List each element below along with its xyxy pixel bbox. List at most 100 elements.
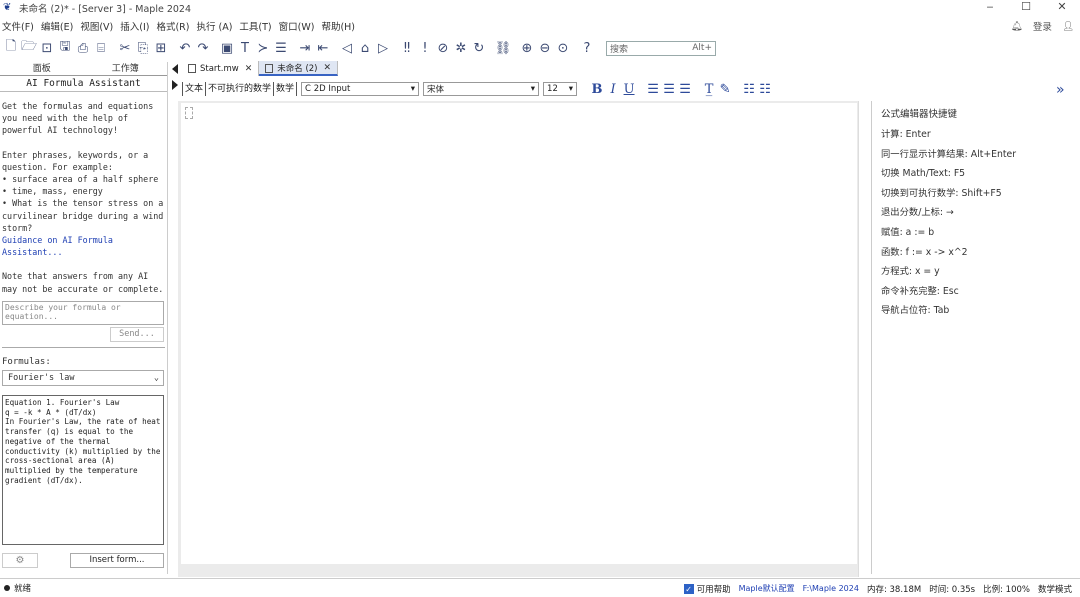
describe-formula-input[interactable]: Describe your formula or equation... <box>2 300 164 325</box>
insert-image-icon[interactable]: ▣ <box>218 39 236 57</box>
debug-icon[interactable]: ✲ <box>452 39 470 57</box>
user-icon[interactable]: 👤︎ <box>1062 21 1074 32</box>
math-mode-button[interactable]: 数学 <box>273 82 298 96</box>
guidance-link-continued[interactable]: Assistant... <box>2 246 165 258</box>
cut-icon[interactable]: ✂ <box>116 39 134 57</box>
equation-line: In Fourier's Law, the rate of heat <box>5 417 161 427</box>
help-icon[interactable]: ? <box>578 39 596 57</box>
highlight-icon[interactable]: ✎ <box>717 82 733 97</box>
default-config-link[interactable]: Maple默认配置 <box>739 583 795 594</box>
mode-readout: 数学模式 <box>1037 584 1072 595</box>
tab-palettes[interactable]: 面板 <box>0 62 84 75</box>
insert-formula-button[interactable]: Insert form... <box>70 553 164 568</box>
help-checkbox[interactable]: ✓ <box>683 583 694 594</box>
font-size-dropdown[interactable]: 12 ▾ <box>543 82 578 96</box>
tab-start-mw[interactable]: Start.mw ✕ <box>182 61 260 76</box>
shortcut-row: 切换 Math/Text: F5 <box>881 168 966 180</box>
restart-icon[interactable]: ↻ <box>470 39 488 57</box>
menu-edit[interactable]: 编辑(E) <box>39 19 78 33</box>
notification-bell-icon[interactable]: 🔔︎ <box>1011 21 1023 32</box>
menu-file[interactable]: 文件(F) <box>0 19 39 33</box>
menu-insert[interactable]: 插入(I) <box>118 19 154 33</box>
indent-icon[interactable]: ⇥ <box>296 39 314 57</box>
send-button[interactable]: Send... <box>110 326 164 342</box>
align-center-icon[interactable]: ☰ <box>661 82 677 97</box>
settings-gear-icon[interactable]: ⚙ <box>2 553 38 568</box>
new-document-icon[interactable]: 🗋 <box>2 39 20 57</box>
outdent-icon[interactable]: ⇤ <box>314 39 332 57</box>
login-link[interactable]: 登录 <box>1033 19 1052 33</box>
home-icon[interactable]: ⌂ <box>356 39 374 57</box>
font-dropdown[interactable]: 宋体 ▾ <box>423 82 540 96</box>
equation-text-area[interactable]: Equation 1. Fourier's Law q = -k * A * (… <box>2 395 164 546</box>
search-placeholder: 搜索 <box>610 44 629 55</box>
expand-right-panel-icon[interactable]: » <box>1056 82 1065 98</box>
main-toolbar: 🗋 🗁 ⊡ 🖫 ⎙ ⌸ ✂ ⎘ ⊞ ↶ ↷ ▣ T ≻ ☰ ⇥ ⇤ ◁ ⌂ ▷ … <box>0 37 1080 59</box>
bold-button[interactable]: B <box>589 82 605 97</box>
stop-icon[interactable]: ⊘ <box>434 39 452 57</box>
close-tab-icon[interactable]: ✕ <box>245 64 253 74</box>
execute-group-icon[interactable]: ! <box>416 39 434 57</box>
zoom-in-icon[interactable]: ⊕ <box>518 39 536 57</box>
back-icon[interactable]: ◁ <box>338 39 356 57</box>
italic-button[interactable]: I <box>605 82 621 97</box>
equation-line: transfer (q) is equal to the <box>5 427 134 437</box>
forward-icon[interactable]: ▷ <box>374 39 392 57</box>
formula-dropdown[interactable]: Fourier's law ⌄ <box>2 370 164 387</box>
close-button[interactable]: ✕ <box>1044 0 1080 16</box>
open-file-icon[interactable]: 🗁 <box>20 39 38 57</box>
close-tab-icon[interactable]: ✕ <box>324 63 332 73</box>
example-item: • time, mass, energy <box>2 186 103 197</box>
menu-window[interactable]: 窗口(W) <box>277 19 320 33</box>
search-input[interactable]: 搜索 Alt+ <box>606 40 716 56</box>
collapse-left-panel-icon[interactable] <box>172 64 178 74</box>
worksheet-page[interactable] <box>181 103 857 564</box>
underline-button[interactable]: U <box>621 82 637 97</box>
numbered-list-icon[interactable]: ☷ <box>757 82 773 97</box>
window-controls: ‒ ☐ ✕ <box>972 0 1080 16</box>
nonexec-math-button[interactable]: 不可执行的数学 <box>205 82 273 96</box>
text-color-icon[interactable]: T̲ <box>701 82 717 97</box>
print-preview-icon[interactable]: ⌸ <box>92 39 110 57</box>
bullet-list-icon[interactable]: ☷ <box>741 82 757 97</box>
redo-icon[interactable]: ↷ <box>194 39 212 57</box>
paste-icon[interactable]: ⊞ <box>152 39 170 57</box>
menu-tools[interactable]: 工具(T) <box>237 19 276 33</box>
guidance-link[interactable]: Guidance on AI Formula <box>2 234 165 246</box>
shortcut-panel-title: 公式编辑器快捷键 <box>881 109 958 120</box>
undo-icon[interactable]: ↶ <box>176 39 194 57</box>
insert-paragraph-icon[interactable]: ☰ <box>272 39 290 57</box>
insert-text-icon[interactable]: T <box>236 39 254 57</box>
menu-format[interactable]: 格式(R) <box>154 19 194 33</box>
link-icon[interactable]: ⛓ <box>494 39 512 57</box>
chevron-down-icon: ⌄ <box>153 372 159 383</box>
equation-line: q = -k * A * (dT/dx) <box>5 407 97 417</box>
execute-worksheet-icon[interactable]: ‼ <box>398 39 416 57</box>
maximize-button[interactable]: ☐ <box>1008 0 1044 16</box>
install-path-link[interactable]: F:\Maple 2024 <box>803 584 859 593</box>
open-url-icon[interactable]: ⊡ <box>38 39 56 57</box>
tab-untitled-2[interactable]: 未命名 (2) ✕ <box>259 61 339 76</box>
print-icon[interactable]: ⎙ <box>74 39 92 57</box>
dropdown-arrow-icon: ▾ <box>530 84 536 94</box>
vertical-scrollbar[interactable] <box>858 101 870 577</box>
menu-help[interactable]: 帮助(H) <box>319 19 360 33</box>
expand-context-icon[interactable] <box>172 80 178 90</box>
status-dot-icon <box>4 585 10 591</box>
zoom-out-icon[interactable]: ⊖ <box>536 39 554 57</box>
menu-evaluate[interactable]: 执行 (A) <box>194 19 237 33</box>
text-mode-button[interactable]: 文本 <box>182 82 205 96</box>
input-mode-icon: C <box>305 84 314 94</box>
input-mode-dropdown[interactable]: C 2D Input ▾ <box>301 82 420 96</box>
align-left-icon[interactable]: ☰ <box>645 82 661 97</box>
copy-icon[interactable]: ⎘ <box>134 39 152 57</box>
save-icon[interactable]: 🖫 <box>56 39 74 57</box>
align-right-icon[interactable]: ☰ <box>677 82 693 97</box>
tab-workbook[interactable]: 工作簿 <box>84 62 168 75</box>
shortcut-row: 切换到可执行数学: Shift+F5 <box>881 187 1002 199</box>
zoom-reset-icon[interactable]: ⊙ <box>554 39 572 57</box>
minimize-button[interactable]: ‒ <box>972 0 1008 16</box>
status-text: 就绪 <box>14 584 32 594</box>
menu-view[interactable]: 视图(V) <box>78 19 118 33</box>
insert-prompt-icon[interactable]: ≻ <box>254 39 272 57</box>
